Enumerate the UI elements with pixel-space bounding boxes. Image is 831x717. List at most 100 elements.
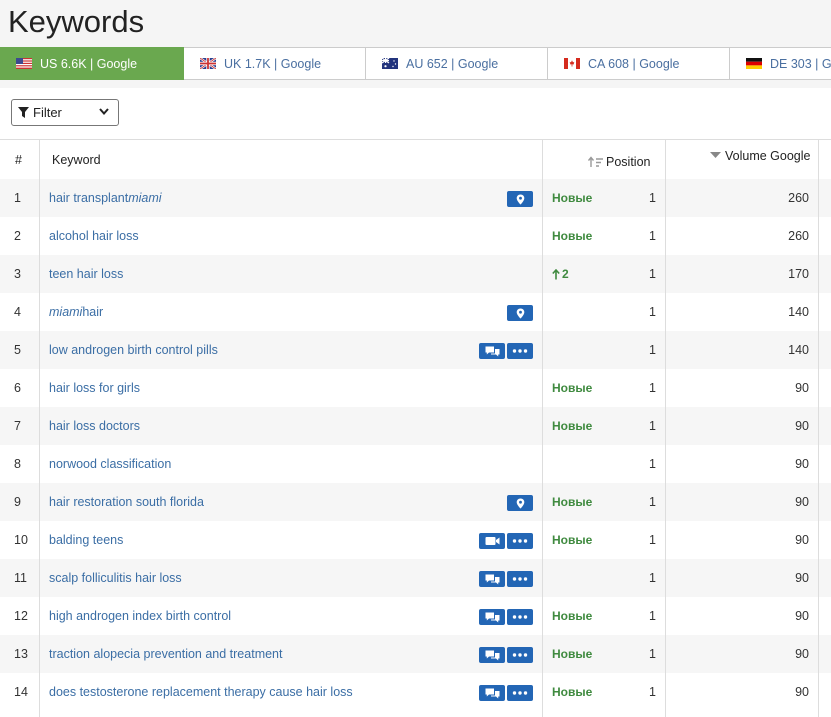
arrow-up-icon [552, 268, 560, 279]
tab-de[interactable]: DE 303 | Go [730, 47, 831, 80]
position-change: Новые [552, 673, 592, 711]
keyword-text: balding teens [49, 533, 124, 547]
tab-us[interactable]: US 6.6K | Google [0, 47, 184, 80]
position-change-value: 2 [562, 267, 569, 281]
tab-label: CA 608 | Google [588, 56, 680, 71]
header-keyword[interactable]: Keyword [52, 140, 101, 179]
keyword-text: hair transplant [49, 191, 129, 205]
discussions-badge[interactable] [479, 571, 505, 587]
position-value: 1 [649, 305, 656, 319]
tab-label: DE 303 | Go [770, 56, 831, 71]
serp-feature-badges [479, 343, 533, 359]
filter-button-label: Filter [33, 105, 62, 120]
keyword-link[interactable]: scalp folliculitis hair loss [49, 559, 182, 597]
position-value: 1 [649, 533, 656, 547]
more-badge[interactable] [507, 647, 533, 663]
header-position-sort[interactable]: Position [588, 142, 650, 181]
position-change-value: Новые [552, 191, 593, 205]
keyword-text: does testosterone replacement therapy ca… [49, 685, 353, 699]
keyword-link[interactable]: high androgen index birth control [49, 597, 231, 635]
more-icon [512, 539, 528, 543]
tab-ca[interactable]: CA 608 | Google [548, 47, 730, 80]
keyword-link[interactable]: hair loss for girls [49, 369, 140, 407]
keyword-text: high androgen index birth control [49, 609, 232, 623]
location-pin-icon [516, 194, 524, 204]
column-divider [665, 139, 666, 717]
row-number: 6 [14, 381, 21, 395]
keyword-link[interactable]: balding teens [49, 521, 123, 559]
discussions-badge[interactable] [479, 685, 505, 701]
position-value: 1 [649, 419, 656, 433]
volume-value: 90 [795, 647, 809, 661]
serp-feature-badges [479, 533, 533, 549]
more-icon [512, 691, 528, 695]
row-number: 1 [14, 191, 21, 205]
position-change-value: Новые [552, 685, 593, 699]
keyword-link[interactable]: does testosterone replacement therapy ca… [49, 673, 353, 711]
discussions-badge[interactable] [479, 609, 505, 625]
row-number: 10 [14, 533, 28, 547]
tab-uk[interactable]: UK 1.7K | Google [184, 47, 366, 80]
ca-flag-icon [564, 58, 580, 69]
column-divider [39, 139, 40, 717]
volume-value: 140 [788, 343, 809, 357]
video-badge[interactable] [479, 533, 505, 549]
position-change-value: Новые [552, 381, 593, 395]
keyword-text: norwood classification [49, 457, 172, 471]
more-badge[interactable] [507, 571, 533, 587]
position-value: 1 [649, 495, 656, 509]
keywords-panel: Filter # Keyword Position Volume Google … [0, 88, 831, 717]
discussions-badge[interactable] [479, 343, 505, 359]
table-row: 12 high androgen index birth control Новые… [0, 597, 831, 635]
keyword-location: miami [49, 305, 83, 319]
local-pin-badge[interactable] [507, 305, 533, 321]
keyword-link[interactable]: hair transplant miami [49, 179, 162, 217]
volume-value: 140 [788, 305, 809, 319]
volume-value: 90 [795, 685, 809, 699]
discussions-badge[interactable] [479, 647, 505, 663]
keyword-link[interactable]: teen hair loss [49, 255, 123, 293]
tab-au[interactable]: AU 652 | Google [366, 47, 548, 80]
keyword-link[interactable]: hair loss doctors [49, 407, 140, 445]
keyword-link[interactable]: hair restoration south florida [49, 483, 204, 521]
more-badge[interactable] [507, 533, 533, 549]
keyword-text: hair restoration south florida [49, 495, 204, 509]
table-row: 13 traction alopecia prevention and treat… [0, 635, 831, 673]
serp-feature-badges [479, 647, 533, 663]
position-value: 1 [649, 571, 656, 585]
keyword-link[interactable]: low androgen birth control pills [49, 331, 218, 369]
local-pin-badge[interactable] [507, 495, 533, 511]
discussions-icon [485, 346, 499, 356]
more-badge[interactable] [507, 343, 533, 359]
discussions-icon [485, 612, 499, 622]
au-flag-icon [382, 58, 398, 69]
us-flag-icon [16, 58, 32, 69]
position-value: 1 [649, 191, 656, 205]
keyword-link[interactable]: miami hair [49, 293, 103, 331]
filter-button[interactable]: Filter [11, 99, 119, 126]
more-icon [512, 577, 528, 581]
table-row: 7 hair loss doctors Новые 1 90 [0, 407, 831, 445]
keyword-link[interactable]: traction alopecia prevention and treatme… [49, 635, 282, 673]
column-divider [542, 139, 543, 717]
position-change-value: Новые [552, 419, 593, 433]
position-value: 1 [649, 685, 656, 699]
more-icon [512, 615, 528, 619]
row-number: 5 [14, 343, 21, 357]
more-badge[interactable] [507, 685, 533, 701]
volume-value: 170 [788, 267, 809, 281]
position-change-value: Новые [552, 495, 593, 509]
local-pin-badge[interactable] [507, 191, 533, 207]
volume-value: 260 [788, 191, 809, 205]
keyword-link[interactable]: norwood classification [49, 445, 171, 483]
volume-value: 90 [795, 381, 809, 395]
serp-feature-badges [479, 609, 533, 625]
position-change: Новые [552, 597, 592, 635]
keyword-link[interactable]: alcohol hair loss [49, 217, 139, 255]
position-change: Новые [552, 407, 592, 445]
keyword-text: hair loss doctors [49, 419, 141, 433]
location-pin-icon [516, 498, 524, 508]
header-volume-sort[interactable]: Volume Google [710, 136, 810, 175]
country-tabs: US 6.6K | Google UK 1.7K | Google AU 652 |… [0, 47, 831, 81]
more-badge[interactable] [507, 609, 533, 625]
